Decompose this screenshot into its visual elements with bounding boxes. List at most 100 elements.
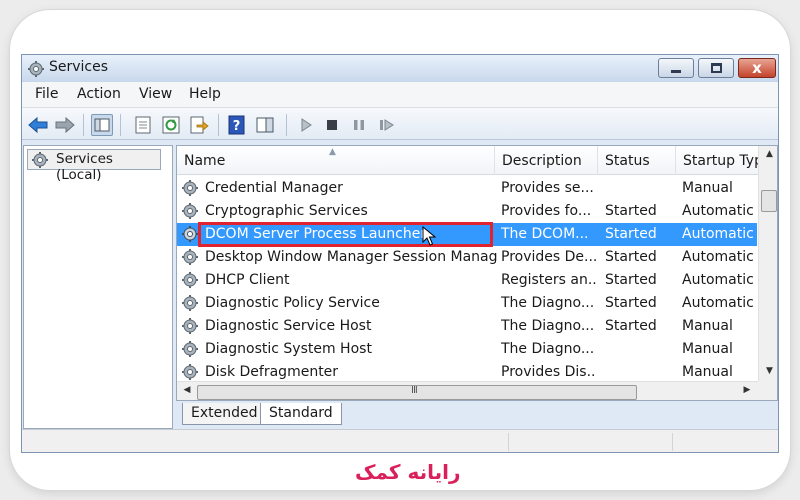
horizontal-scrollbar[interactable]: ◀ III ▶ [177, 381, 758, 400]
maximize-button[interactable] [698, 58, 734, 78]
menu-action[interactable]: Action [77, 86, 121, 102]
service-name: Diagnostic Service Host [205, 318, 372, 334]
maximize-icon [711, 63, 722, 73]
service-name: Diagnostic System Host [205, 341, 372, 357]
services-window: Services x File Action View Help ? Servi… [21, 54, 779, 453]
service-status: Started [605, 272, 657, 288]
service-gear-icon [181, 271, 199, 293]
show-hide-action-pane-icon[interactable] [254, 114, 276, 136]
service-description: The DCOM... [501, 226, 589, 242]
column-header-description[interactable]: Description [495, 146, 598, 175]
service-description: The Diagno... [501, 318, 595, 334]
services-gear-icon [31, 151, 49, 173]
table-row[interactable]: Desktop Window Manager Session Manager P… [177, 246, 757, 269]
refresh-icon[interactable] [160, 114, 182, 136]
console-tree-pane: Services (Local) [23, 145, 173, 429]
service-name: Cryptographic Services [205, 203, 368, 219]
status-bar [22, 429, 778, 452]
menu-bar: File Action View Help [22, 82, 778, 108]
restart-service-icon[interactable] [375, 114, 397, 136]
minimize-button[interactable] [658, 58, 694, 78]
services-gear-icon [27, 60, 45, 82]
service-gear-icon [181, 317, 199, 339]
service-description: Registers an... [501, 272, 597, 288]
table-row[interactable]: Diagnostic Service Host The Diagno... St… [177, 315, 757, 338]
service-name: Disk Defragmenter [205, 364, 339, 380]
column-header-startup-type[interactable]: Startup Typ [676, 146, 758, 175]
table-row[interactable]: Diagnostic Policy Service The Diagno... … [177, 292, 757, 315]
vertical-scroll-thumb[interactable] [761, 190, 777, 212]
back-arrow-icon[interactable] [27, 114, 49, 136]
service-status: Started [605, 226, 657, 242]
table-row[interactable]: Cryptographic Services Provides fo... St… [177, 200, 757, 223]
service-gear-icon [181, 248, 199, 270]
column-header-label: Startup Typ [683, 153, 758, 169]
help-icon[interactable]: ? [226, 114, 248, 136]
export-list-icon[interactable] [188, 114, 210, 136]
scrollbar-corner [758, 381, 777, 400]
service-description: The Diagno... [501, 341, 595, 357]
service-name: Credential Manager [205, 180, 343, 196]
service-gear-icon [181, 225, 199, 247]
table-row[interactable]: DHCP Client Registers an... Started Auto… [177, 269, 757, 292]
service-description: The Diagno... [501, 295, 595, 311]
svg-text:?: ? [233, 119, 241, 134]
column-header-status[interactable]: Status [598, 146, 676, 175]
table-row[interactable]: Credential Manager Provides se... Manual [177, 177, 757, 200]
service-name: Desktop Window Manager Session Manager [205, 249, 497, 265]
brand-logo: رایانه کمک [355, 460, 461, 484]
toolbar-separator [218, 114, 219, 136]
menu-view[interactable]: View [139, 86, 172, 102]
forward-arrow-icon[interactable] [54, 114, 76, 136]
menu-file[interactable]: File [35, 86, 58, 102]
table-row-selected[interactable]: DCOM Server Process Launcher The DCOM...… [177, 222, 757, 247]
close-icon: x [752, 59, 762, 77]
column-header-label: Status [605, 153, 650, 169]
service-status: Started [605, 318, 657, 334]
service-startup-type: Automatic [682, 295, 754, 311]
service-description: Provides De... [501, 249, 597, 265]
service-status: Started [605, 295, 657, 311]
vertical-scrollbar[interactable]: ▲ ▼ [758, 146, 777, 381]
start-service-icon[interactable] [295, 114, 317, 136]
window-title: Services [49, 59, 109, 75]
service-startup-type: Automatic [682, 203, 754, 219]
tab-extended[interactable]: Extended [182, 403, 267, 425]
sort-ascending-icon: ▲ [329, 147, 336, 157]
service-gear-icon [181, 294, 199, 316]
tab-standard[interactable]: Standard [260, 403, 342, 425]
service-status: Started [605, 203, 657, 219]
show-hide-console-tree-icon[interactable] [91, 114, 113, 136]
title-bar[interactable]: Services x [22, 55, 778, 82]
service-startup-type: Manual [682, 364, 733, 380]
toolbar: ? [22, 108, 778, 140]
service-description: Provides se... [501, 180, 594, 196]
service-startup-type: Manual [682, 180, 733, 196]
horizontal-scroll-thumb[interactable]: III [197, 385, 637, 400]
scroll-down-icon[interactable]: ▼ [759, 366, 777, 376]
service-name: Diagnostic Policy Service [205, 295, 380, 311]
scroll-left-icon[interactable]: ◀ [179, 385, 195, 395]
status-separator [508, 433, 509, 451]
menu-help[interactable]: Help [189, 86, 221, 102]
service-description: Provides Dis... [501, 364, 597, 380]
scroll-right-icon[interactable]: ▶ [739, 385, 755, 395]
pause-service-icon[interactable] [348, 114, 370, 136]
service-startup-type: Automatic [682, 226, 754, 242]
stop-service-icon[interactable] [321, 114, 343, 136]
service-startup-type: Automatic [682, 272, 754, 288]
service-startup-type: Manual [682, 318, 733, 334]
toolbar-separator [120, 114, 121, 136]
table-row[interactable]: Diagnostic System Host The Diagno... Man… [177, 338, 757, 361]
properties-icon[interactable] [132, 114, 154, 136]
service-status: Started [605, 249, 657, 265]
toolbar-separator [83, 114, 84, 136]
tree-item-label: Services (Local) [56, 151, 113, 183]
service-gear-icon [181, 179, 199, 201]
tree-item-services-local[interactable]: Services (Local) [27, 149, 161, 183]
scroll-up-icon[interactable]: ▲ [759, 149, 777, 159]
service-gear-icon [181, 202, 199, 224]
close-button[interactable]: x [738, 58, 776, 78]
service-startup-type: Manual [682, 341, 733, 357]
column-header-name[interactable]: Name ▲ [177, 146, 495, 175]
